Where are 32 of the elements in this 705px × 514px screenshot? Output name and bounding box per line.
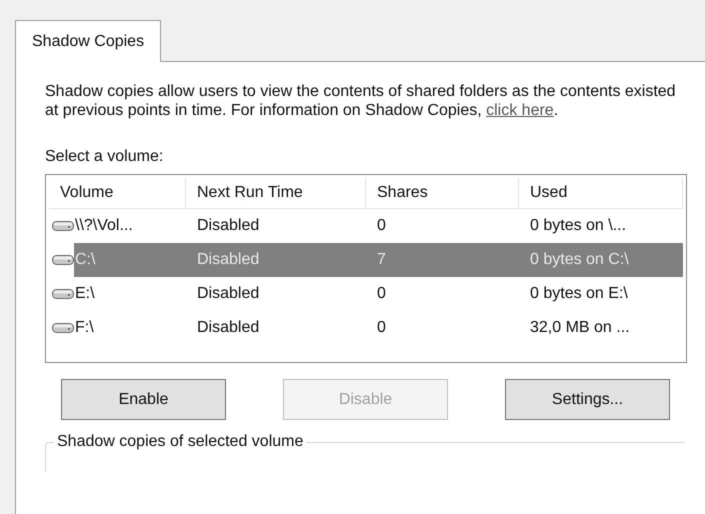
tab[interactable]: Shadow Copies <box>15 20 162 62</box>
table-cell-text: Disabled <box>196 284 260 304</box>
table-cell: Disabled <box>186 243 366 277</box>
description-text: Shadow copies allow users to view the contents of shared folders as the contents existed at previous points in time. For information on Shadow Copies, click here. <box>45 82 677 120</box>
table-cell-text: 0 bytes on \... <box>529 216 628 236</box>
action-button[interactable]: Enable <box>61 379 226 420</box>
drive-icon <box>52 254 74 266</box>
table-cell: 0 bytes on C:\ <box>519 243 683 277</box>
table-cell-text: E:\ <box>74 284 96 304</box>
click-here-link[interactable]: click here <box>486 102 554 119</box>
table-cell-text: 32,0 MB on ... <box>529 318 631 338</box>
table-cell-text: 0 <box>376 284 387 304</box>
drive-icon <box>52 322 74 334</box>
drive-icon <box>52 288 74 300</box>
group-title: Shadow copies of selected volume <box>54 432 306 452</box>
column-header[interactable]: Volume <box>49 178 186 209</box>
table-cell-text: Disabled <box>196 318 260 338</box>
action-button[interactable]: Settings... <box>505 379 670 420</box>
table-cell: 7 <box>366 243 519 277</box>
volume-list[interactable]: Volume Next Run Time Shares Used \\?\Vol... Disabled 0 0 bytes on \... C:\ Disabled 7 0 bytes on C:\ E:\ Disabled 0 0 bytes on E:\ F:\ Disabled 0 32,0 MB on ... <box>45 174 687 363</box>
table-cell-text: 0 <box>376 318 387 338</box>
column-header[interactable]: Next Run Time <box>186 178 366 209</box>
select-volume-label: Select a volume: <box>45 147 164 167</box>
table-cell-text: 0 <box>376 216 387 236</box>
column-header[interactable]: Shares <box>366 178 519 209</box>
column-header[interactable]: Used <box>519 178 683 209</box>
table-cell: C:\ <box>74 243 186 277</box>
drive-icon <box>52 220 74 232</box>
table-cell-text: Disabled <box>196 216 260 236</box>
table-cell-text: F:\ <box>74 318 95 338</box>
table-cell-text: \\?\Vol... <box>74 216 134 236</box>
table-cell-text: 0 bytes on E:\ <box>529 284 629 304</box>
